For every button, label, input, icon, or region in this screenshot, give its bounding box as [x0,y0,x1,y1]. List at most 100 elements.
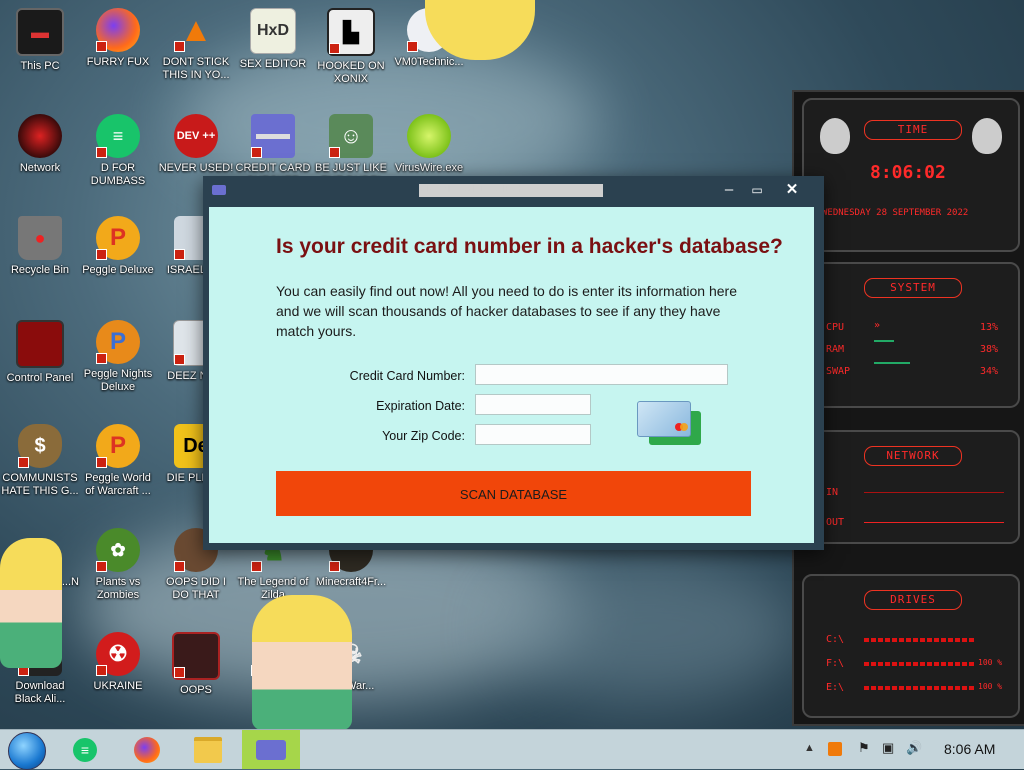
oops-icon [172,632,220,680]
time-panel: TIME 8:06:02 WEDNESDAY 28 SEPTEMBER 2022 [802,98,1020,252]
card-number-label: Credit Card Number: [349,369,465,383]
dude-icon: ☺ [329,114,373,158]
zip-code-input[interactable] [475,424,591,445]
date-readout: WEDNESDAY 28 SEPTEMBER 2022 [822,208,969,218]
network-out-label: OUT [826,517,845,528]
time-readout: 8:06:02 [870,162,946,183]
desktop-icon-this-pc[interactable]: ▬ This PC [1,8,79,73]
card-number-input[interactable] [475,364,728,385]
desktop-icon-viruswire[interactable]: VirusWire.exe [390,114,468,175]
taskbar-credit-card-app[interactable] [242,730,300,769]
desktop-icon-communists[interactable]: $ COMMUNISTS HATE THIS G... [1,424,79,498]
icon-label: OOPS [180,684,212,696]
icon-label: Recycle Bin [10,264,70,276]
alien-icon [820,118,850,154]
network-globe-icon [18,114,62,158]
taskbar-folder-icon[interactable] [193,736,223,764]
volume-icon[interactable]: 🔊 [906,740,922,756]
desktop-icon-control-panel[interactable]: Control Panel [1,320,79,385]
desktop-icon-peggle-deluxe[interactable]: P Peggle Deluxe [79,216,157,277]
desktop-icon-sex-editor[interactable]: HxD SEX EDITOR [234,8,312,71]
network-panel: NETWORK IN OUT [802,430,1020,544]
window-title: CREDIT CARD CHECKER [419,184,603,197]
firefox-icon [96,8,140,52]
desktop-icon-never-used[interactable]: DEV ++ NEVER USED! [157,114,235,175]
icon-label: COMMUNISTS HATE THIS G... [1,472,79,497]
character-sticker [252,595,352,730]
drive-f-bar [864,662,974,666]
clock[interactable]: 8:06 AM [944,741,995,757]
icon-label: VirusWire.exe [394,162,464,174]
window-titlebar[interactable]: CREDIT CARD CHECKER – ▭ ✕ [203,176,824,206]
desktop-icon-peggle-wow[interactable]: P Peggle World of Warcraft ... [79,424,157,498]
chat-icon: ≡ [96,114,140,158]
checker-content: Is your credit card number in a hacker's… [209,207,814,543]
system-title: SYSTEM [864,278,962,298]
icon-label: OOPS DID I DO THAT [166,576,226,601]
xonix-icon: ▙ [327,8,375,56]
icon-label: D FOR DUMBASS [90,162,146,187]
icon-label: VM0Technic... [394,56,464,68]
start-button[interactable] [8,732,46,770]
icon-label: NEVER USED! [158,162,234,174]
tray-app-icon[interactable] [828,742,842,756]
icon-label: Peggle Nights Deluxe [83,368,153,393]
network-in-line [864,492,1004,493]
swap-label: SWAP [826,366,851,377]
drive-c-label: C:\ [826,634,845,645]
maximize-button[interactable]: ▭ [746,180,768,200]
drive-e-value: 100 % [978,682,1003,691]
dev-cpp-icon: DEV ++ [174,114,218,158]
network-out-line [864,522,1004,523]
close-button[interactable]: ✕ [781,180,803,200]
time-title: TIME [864,120,962,140]
network-icon[interactable]: ▣ [882,740,894,756]
icon-label: FURRY FUX [86,56,150,68]
plant-icon: ✿ [96,528,140,572]
desktop-icon-hooked-on-xonix[interactable]: ▙ HOOKED ON XONIX [312,8,390,86]
desktop-icon-d-for-dumbass[interactable]: ≡ D FOR DUMBASS [79,114,157,188]
drive-f-label: F:\ [826,658,845,669]
show-hidden-icons-button[interactable]: ▲ [804,742,815,754]
swap-value: 34% [980,366,999,377]
drive-e-bar [864,686,974,690]
desktop-icon-peggle-nights[interactable]: P Peggle Nights Deluxe [79,320,157,394]
traffic-cone-icon: ▲ [174,8,218,52]
desktop-icon-dont-stick[interactable]: ▲ DONT STICK THIS IN YO... [157,8,235,82]
icon-label: UKRAINE [93,680,143,692]
minimize-button[interactable]: – [718,180,740,200]
taskbar-chat-icon[interactable]: ≡ [70,736,100,764]
desktop-icon-ukraine[interactable]: ☢ UKRAINE [79,632,157,693]
network-in-label: IN [826,487,839,498]
credit-card-icon [212,185,226,195]
taskbar-firefox-icon[interactable] [132,736,162,764]
desktop-icon-plants-vs-zombies[interactable]: ✿ Plants vs Zombies [79,528,157,602]
desktop-icon-network[interactable]: Network [1,114,79,175]
page-title: Is your credit card number in a hacker's… [276,235,783,258]
radiation-icon: ☢ [96,632,140,676]
network-title: NETWORK [864,446,962,466]
scan-database-button[interactable]: SCAN DATABASE [276,471,751,516]
peggle-nights-icon: P [96,320,140,364]
ram-bar [874,340,894,342]
icon-label: Peggle Deluxe [82,264,154,276]
drive-e-label: E:\ [826,682,845,693]
taskbar: ≡ ▲ ⚑ ▣ 🔊 8:06 AM [0,729,1024,770]
expiration-date-input[interactable] [475,394,591,415]
credit-card-checker-window: CREDIT CARD CHECKER – ▭ ✕ Is your credit… [203,176,824,550]
desktop-icon-furry-fux[interactable]: FURRY FUX [79,8,157,69]
icon-label: Download Black Ali... [14,680,66,705]
icon-label: Peggle World of Warcraft ... [85,472,151,497]
system-monitor-widget: TIME 8:06:02 WEDNESDAY 28 SEPTEMBER 2022… [792,90,1024,726]
flag-icon[interactable]: ⚑ [858,740,870,756]
icon-label: SEX EDITOR [239,58,307,70]
icon-label: Minecraft4Fr... [315,576,387,588]
desktop-icon-recycle-bin[interactable]: ● Recycle Bin [1,216,79,277]
desktop-icon-oops[interactable]: OOPS [157,632,235,697]
peggle-wow-icon: P [96,424,140,468]
drives-panel: DRIVES C:\ F:\ 100 % E:\ 100 % [802,574,1020,718]
credit-cards-icon [637,401,701,447]
ram-value: 38% [980,344,999,355]
cpu-label: CPU [826,322,845,333]
cpu-arrows: » [874,320,881,331]
